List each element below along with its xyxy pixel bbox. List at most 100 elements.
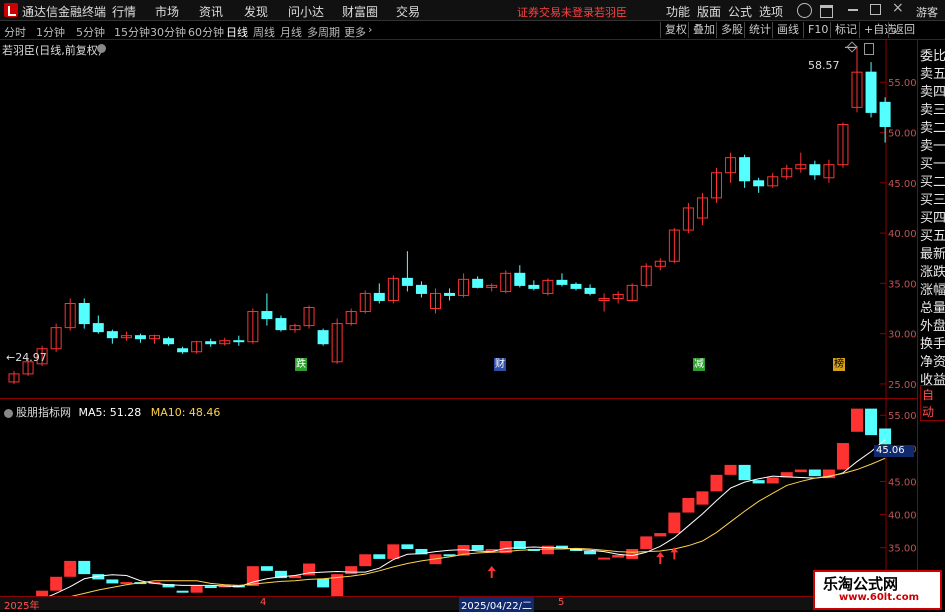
chevron-right-icon[interactable]: › <box>368 23 372 36</box>
event-mark-reduce[interactable]: 减 <box>693 358 705 371</box>
time-axis: 2025年 4 2025/04/22/二 5 <box>0 596 917 612</box>
close-icon[interactable]: × <box>892 0 904 16</box>
indicator-block-up <box>64 560 77 577</box>
restore-rights-button[interactable]: 复权 <box>660 22 691 38</box>
price-tick-label: 45.00 <box>888 179 917 190</box>
login-status[interactable]: 证券交易未登录 <box>517 4 594 20</box>
minimize-icon[interactable] <box>848 9 858 11</box>
menu-item-trade[interactable]: 交易 <box>396 3 420 20</box>
overlay-button[interactable]: 叠加 <box>688 22 719 38</box>
indicator-block-up <box>612 554 625 558</box>
right-panel-label[interactable]: 买三 <box>920 189 945 208</box>
ma5-line <box>48 439 886 596</box>
chart-area[interactable]: 25.00 30.00 35.00 40.00 45.00 50.00 55.00 30.0… <box>0 40 917 596</box>
period-tab-multi[interactable]: 多周期 <box>307 24 340 40</box>
right-panel-label[interactable]: 买二 <box>920 171 945 190</box>
indicator-block-down <box>879 428 892 445</box>
candle-down <box>809 164 821 176</box>
period-tab-1min[interactable]: 1分钟 <box>36 24 65 40</box>
right-panel-label[interactable]: 买一 <box>920 153 945 172</box>
right-panel-label[interactable]: 外盘 <box>920 315 945 334</box>
menu-item-market[interactable]: 市场 <box>155 3 179 20</box>
indicator-block-down <box>865 408 878 436</box>
buy-signal-arrow-icon <box>656 552 665 565</box>
maximize-icon[interactable] <box>870 4 881 15</box>
right-panel-label[interactable]: 卖三 <box>920 99 945 118</box>
right-panel-label[interactable]: 卖五 <box>920 63 945 82</box>
candle-down <box>78 302 90 325</box>
menu-item-options[interactable]: 选项 <box>759 3 783 20</box>
right-panel-label[interactable]: 涨跌 <box>920 261 945 280</box>
candle-down <box>205 341 217 345</box>
menu-item-layout[interactable]: 版面 <box>697 3 721 20</box>
right-panel-label[interactable]: 卖四 <box>920 81 945 100</box>
menu-item-formula[interactable]: 公式 <box>728 3 752 20</box>
period-tab-5min[interactable]: 5分钟 <box>76 24 105 40</box>
right-panel-label[interactable]: 总量 <box>920 297 945 316</box>
high-price-annotation: 58.57 <box>808 59 840 72</box>
draw-line-button[interactable]: 画线 <box>772 22 803 38</box>
indicator-block-down <box>260 566 273 571</box>
period-tab-time[interactable]: 分时 <box>4 24 26 40</box>
guest-label[interactable]: 游客 <box>916 4 938 20</box>
menu-item-news[interactable]: 资讯 <box>199 3 223 20</box>
period-tab-60min[interactable]: 60分钟 <box>188 24 224 40</box>
low-price-annotation: ←24.97 <box>6 351 47 364</box>
axis-label-cursor-date: 2025/04/22/二 <box>459 597 535 612</box>
right-panel-label[interactable]: 卖一 <box>920 135 945 154</box>
candle-down <box>879 101 891 127</box>
candle-down <box>106 331 118 339</box>
period-tab-15min[interactable]: 15分钟 <box>114 24 150 40</box>
menu-bar: 通达信金融终端 行情 市场 资讯 发现 问小达 财富圈 交易 证券交易未登录 若… <box>0 0 945 21</box>
menu-item-discover[interactable]: 发现 <box>244 3 268 20</box>
candle-down <box>514 272 526 286</box>
indicator-block-down <box>738 464 751 481</box>
indicator-block-down <box>106 579 119 584</box>
panel-toggle-icon[interactable] <box>864 43 874 55</box>
axis-label-may: 5 <box>558 597 565 608</box>
main-candlestick-chart: 25.00 30.00 35.00 40.00 45.00 50.00 55.00 <box>8 40 917 398</box>
right-panel-label[interactable]: 最新 <box>920 243 945 262</box>
message-icon[interactable] <box>820 5 833 18</box>
indicator-tick-label: 55.00 <box>888 411 917 422</box>
candle-down <box>415 284 427 294</box>
event-mark-drop[interactable]: 跌 <box>295 358 307 371</box>
indicator-block-up <box>766 477 779 484</box>
right-panel-label[interactable]: 换手 <box>920 333 945 352</box>
indicator-block-up <box>50 576 63 591</box>
menu-item-ask[interactable]: 问小达 <box>288 3 324 20</box>
menu-item-function[interactable]: 功能 <box>666 3 690 20</box>
menu-item-quotes[interactable]: 行情 <box>112 3 136 20</box>
indicator-block-up <box>626 548 639 559</box>
period-tab-monthly[interactable]: 月线 <box>280 24 302 40</box>
back-button[interactable]: 返回 <box>888 22 919 38</box>
user-icon[interactable] <box>797 3 812 18</box>
right-panel-label[interactable]: 净资 <box>920 351 945 370</box>
period-tab-daily[interactable]: 日线 <box>226 24 248 40</box>
right-panel-label[interactable]: 涨幅 <box>920 279 945 298</box>
indicator-block-down <box>401 544 414 549</box>
indicator-chart: 30.0035.0040.0045.0050.0055.00 <box>36 398 917 596</box>
f10-button[interactable]: F10 <box>803 22 832 38</box>
right-panel-label[interactable]: 委比 <box>920 45 945 64</box>
right-panel-label[interactable]: 卖二 <box>920 117 945 136</box>
candle-down <box>472 278 484 288</box>
menu-item-wealth[interactable]: 财富圈 <box>342 3 378 20</box>
mark-button[interactable]: 标记 <box>830 22 861 38</box>
price-tick-label: 40.00 <box>888 229 917 240</box>
buy-signal-arrow-icon <box>487 565 496 578</box>
stats-button[interactable]: 统计 <box>744 22 775 38</box>
event-mark-list[interactable]: 榜 <box>833 358 845 371</box>
period-tab-more[interactable]: 更多 <box>344 24 366 40</box>
indicator-block-up <box>387 544 400 559</box>
event-mark-finance[interactable]: 财 <box>494 358 506 371</box>
right-panel-label[interactable]: 买四 <box>920 207 945 226</box>
right-panel-label[interactable]: 买五 <box>920 225 945 244</box>
multi-stock-button[interactable]: 多股 <box>716 22 747 38</box>
period-tab-weekly[interactable]: 周线 <box>253 24 275 40</box>
panel-divider <box>0 398 917 399</box>
indicator-block-up <box>851 408 863 432</box>
period-tab-30min[interactable]: 30分钟 <box>150 24 186 40</box>
indicator-block-up <box>710 474 723 492</box>
auto-button[interactable]: 自动 <box>920 385 945 421</box>
